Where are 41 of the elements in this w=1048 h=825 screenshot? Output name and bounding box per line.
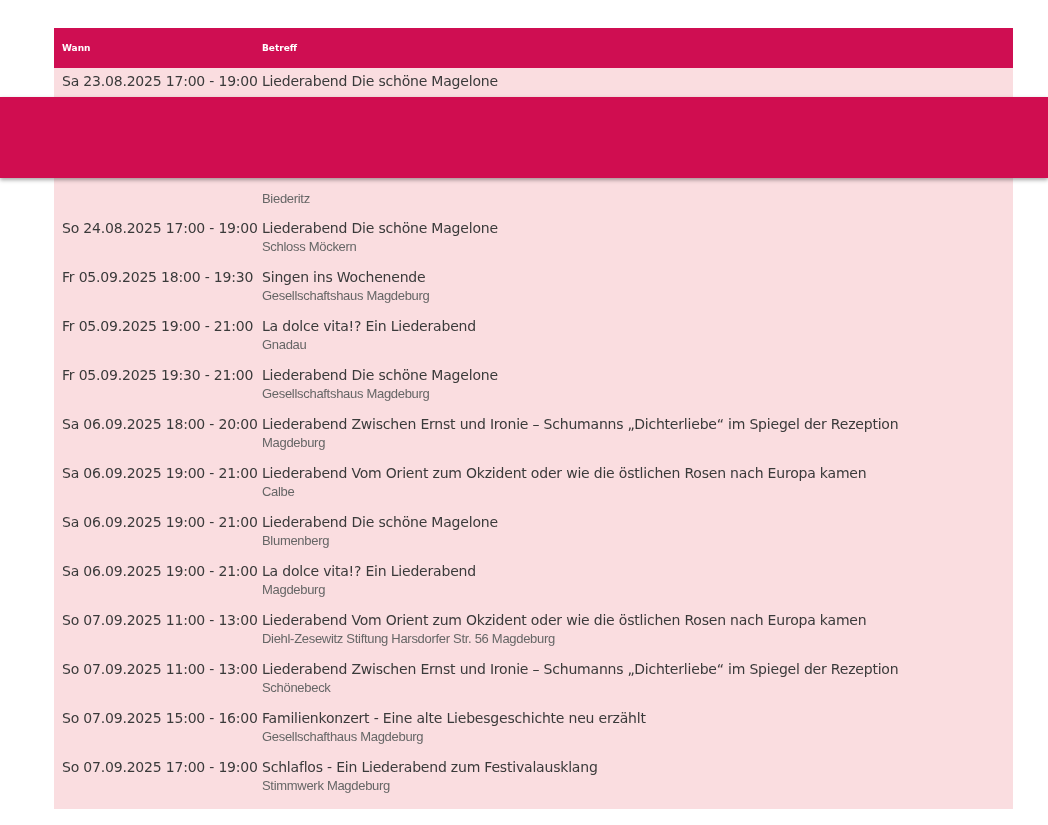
event-location: Stimmwerk Magdeburg bbox=[261, 778, 390, 793]
event-date: Sa 06.09.2025 19:00 - 21:00 bbox=[61, 514, 258, 530]
event-date: Fr 05.09.2025 19:30 - 21:00 bbox=[61, 367, 254, 383]
event-date: Sa 06.09.2025 19:00 - 21:00 bbox=[61, 465, 258, 481]
column-header: Betreff bbox=[261, 43, 298, 53]
event-date: Fr 05.09.2025 19:00 - 21:00 bbox=[61, 318, 254, 334]
column-header: Wann bbox=[61, 43, 91, 53]
event-date: So 07.09.2025 11:00 - 13:00 bbox=[61, 661, 258, 677]
event-title: Liederabend Die schöne Magelone bbox=[261, 73, 498, 89]
event-title: Liederabend Die schöne Magelone bbox=[261, 514, 498, 530]
event-title: Liederabend Vom Orient zum Okzident oder wie die östlichen Rosen nach Europa kamen bbox=[261, 612, 867, 628]
event-title: Liederabend Zwischen Ernst und Ironie – Schumanns „Dichterliebe“ im Spiegel der Rezeption bbox=[261, 661, 899, 677]
event-location: Schönebeck bbox=[261, 680, 331, 695]
event-date: So 24.08.2025 17:00 - 19:00 bbox=[61, 220, 258, 236]
event-location: Gesellschafthaus Magdeburg bbox=[261, 729, 424, 744]
event-title: Liederabend Vom Orient zum Okzident oder wie die östlichen Rosen nach Europa kamen bbox=[261, 465, 867, 481]
event-date: Fr 05.09.2025 18:00 - 19:30 bbox=[61, 269, 254, 285]
event-title: Familienkonzert - Eine alte Liebesgeschichte neu erzählt bbox=[261, 710, 646, 726]
event-location: Magdeburg bbox=[261, 435, 326, 450]
event-date: Sa 23.08.2025 17:00 - 19:00 bbox=[61, 73, 258, 89]
event-location: Diehl-Zesewitz Stiftung Harsdorfer Str. 56 Magdeburg bbox=[261, 631, 555, 646]
event-location: Blumenberg bbox=[261, 533, 330, 548]
event-date: Sa 06.09.2025 19:00 - 21:00 bbox=[61, 563, 258, 579]
event-date: So 07.09.2025 11:00 - 13:00 bbox=[61, 612, 258, 628]
event-title: Schlaflos - Ein Liederabend zum Festivalausklang bbox=[261, 759, 598, 775]
event-location: Gesellschaftshaus Magdeburg bbox=[261, 386, 430, 401]
event-location: Biederitz bbox=[261, 191, 310, 206]
event-title: Liederabend Die schöne Magelone bbox=[261, 367, 498, 383]
event-location: Calbe bbox=[261, 484, 295, 499]
event-title: Liederabend Zwischen Ernst und Ironie – Schumanns „Dichterliebe“ im Spiegel der Rezeption bbox=[261, 416, 899, 432]
event-title: Singen ins Wochenende bbox=[261, 269, 426, 285]
event-title: La dolce vita!? Ein Liederabend bbox=[261, 318, 476, 334]
event-location: Gesellschaftshaus Magdeburg bbox=[261, 288, 430, 303]
event-date: Sa 06.09.2025 18:00 - 20:00 bbox=[61, 416, 258, 432]
event-location: Schloss Möckern bbox=[261, 239, 357, 254]
event-location: Gnadau bbox=[261, 337, 307, 352]
event-title: Liederabend Die schöne Magelone bbox=[261, 220, 498, 236]
event-date: So 07.09.2025 17:00 - 19:00 bbox=[61, 759, 258, 775]
event-title: La dolce vita!? Ein Liederabend bbox=[261, 563, 476, 579]
event-location: Magdeburg bbox=[261, 582, 326, 597]
event-date: So 07.09.2025 15:00 - 16:00 bbox=[61, 710, 258, 726]
